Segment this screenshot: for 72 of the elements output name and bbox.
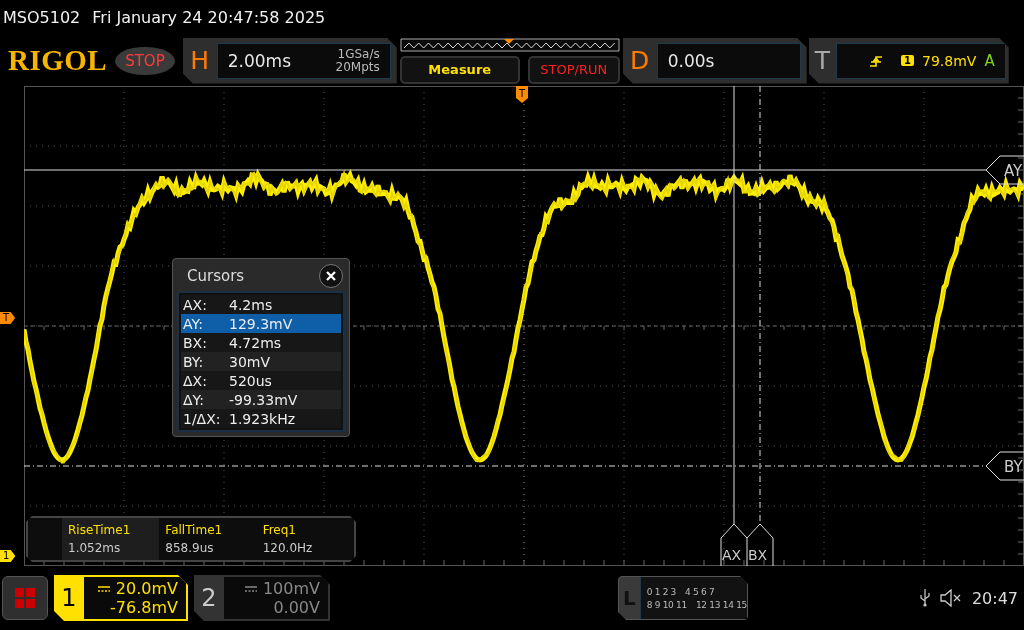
grid-menu-icon (14, 587, 36, 609)
logic-bit-labels: 8 9 10 11 (646, 599, 687, 610)
reading-value: -99.33mV (229, 391, 298, 408)
channel-offset-marker[interactable]: 1 (0, 550, 16, 562)
logic-bit-labels: 0 1 2 3 (646, 586, 677, 597)
measurement-value: 120.0Hz (262, 541, 314, 555)
model-name: MSO5102 (3, 8, 81, 27)
reading-value: 30mV (229, 353, 271, 370)
toolbar-button[interactable]: Measure (399, 55, 520, 84)
close-icon (326, 271, 336, 281)
delay-field[interactable]: 0.00s (656, 42, 801, 79)
measurement-name: Freq1 (262, 523, 297, 537)
source-badge: 1 (901, 55, 914, 66)
close-button[interactable] (319, 264, 343, 288)
cursor-label: AX (722, 547, 742, 563)
cursor-tag (746, 523, 774, 566)
reading-value: 520us (229, 372, 272, 389)
toolbar-button[interactable]: STOP/RUN (527, 55, 620, 84)
system-clock: 20:47 (971, 588, 1018, 608)
cursor-reading-row[interactable]: AX: 4.2ms (181, 295, 341, 314)
panel-letter: T (814, 46, 830, 75)
measurement-value: 1.052ms (68, 541, 122, 555)
cursor-reading-row[interactable]: ΔY: -99.33mV (181, 390, 341, 409)
cursor-tag (985, 155, 1024, 185)
brand-logo: RIGOL (8, 44, 108, 77)
reading-value: 1.923kHz (229, 410, 296, 427)
trigger-mode: A (984, 51, 995, 70)
measurement-name: FallTime1 (165, 523, 224, 537)
cursor-tag (985, 451, 1024, 481)
cursor-tag (720, 523, 748, 566)
logic-bit-labels: 4 5 6 7 (685, 586, 715, 597)
dc-coupling-icon (97, 584, 110, 593)
trigger-level-marker[interactable]: T (0, 312, 16, 324)
speaker-muted-icon[interactable] (939, 589, 962, 607)
cursor-reading-row[interactable]: ΔX: 520us (181, 371, 341, 390)
rising-edge-icon (869, 53, 883, 68)
trigger-field[interactable]: 1 79.8mV A (836, 42, 1006, 79)
cursor-reading-row[interactable]: AY: 129.3mV (181, 314, 341, 333)
reading-label: BY: (183, 353, 205, 370)
cursor-reading-row[interactable]: 1/ΔX: 1.923kHz (181, 409, 341, 428)
reading-label: 1/ΔX: (183, 410, 222, 427)
channel-button[interactable]: 2 100mV 0.00V (194, 575, 330, 621)
cursor-reading-row[interactable]: BX: 4.72ms (181, 333, 341, 352)
reading-label: ΔX: (183, 372, 208, 389)
measurement-name: RiseTime1 (68, 523, 132, 537)
cursor-label: BY (1004, 458, 1023, 476)
trigger-position-marker[interactable]: T (516, 86, 529, 103)
cursor-reading-row[interactable]: BY: 30mV (181, 352, 341, 371)
reading-label: AY: (183, 315, 204, 332)
measurement-value: 858.9us (165, 541, 215, 555)
dialog-title: Cursors (187, 267, 245, 285)
reading-label: ΔY: (183, 391, 205, 408)
dc-coupling-icon (244, 584, 257, 593)
measurement-item[interactable]: Freq1 120.0Hz (256, 518, 354, 560)
panel-letter: D (629, 46, 651, 75)
measurement-item[interactable]: RiseTime1 1.052ms (62, 518, 160, 560)
run-state-indicator: STOP (115, 46, 175, 75)
trigger-level: 79.8mV (922, 52, 977, 69)
measurement-item[interactable]: FallTime1 858.9us (159, 518, 257, 560)
reading-value: 4.2ms (229, 296, 273, 313)
cursor-label: BX (748, 547, 768, 563)
logic-bit-labels: 12 13 14 15 (695, 599, 747, 610)
reading-label: AX: (183, 296, 208, 313)
cursor-label: AY (1004, 162, 1023, 180)
reading-value: 4.72ms (229, 334, 282, 351)
reading-value: 129.3mV (229, 315, 293, 332)
usb-icon[interactable] (919, 589, 930, 607)
channel-button[interactable]: 1 20.0mV -76.8mV (54, 575, 188, 621)
date-time: Fri January 24 20:47:58 2025 (92, 8, 326, 27)
reading-label: BX: (183, 334, 208, 351)
panel-letter: H (189, 46, 211, 75)
timebase-field[interactable]: 2.00ms 1GSa/s 20Mpts (216, 42, 391, 79)
